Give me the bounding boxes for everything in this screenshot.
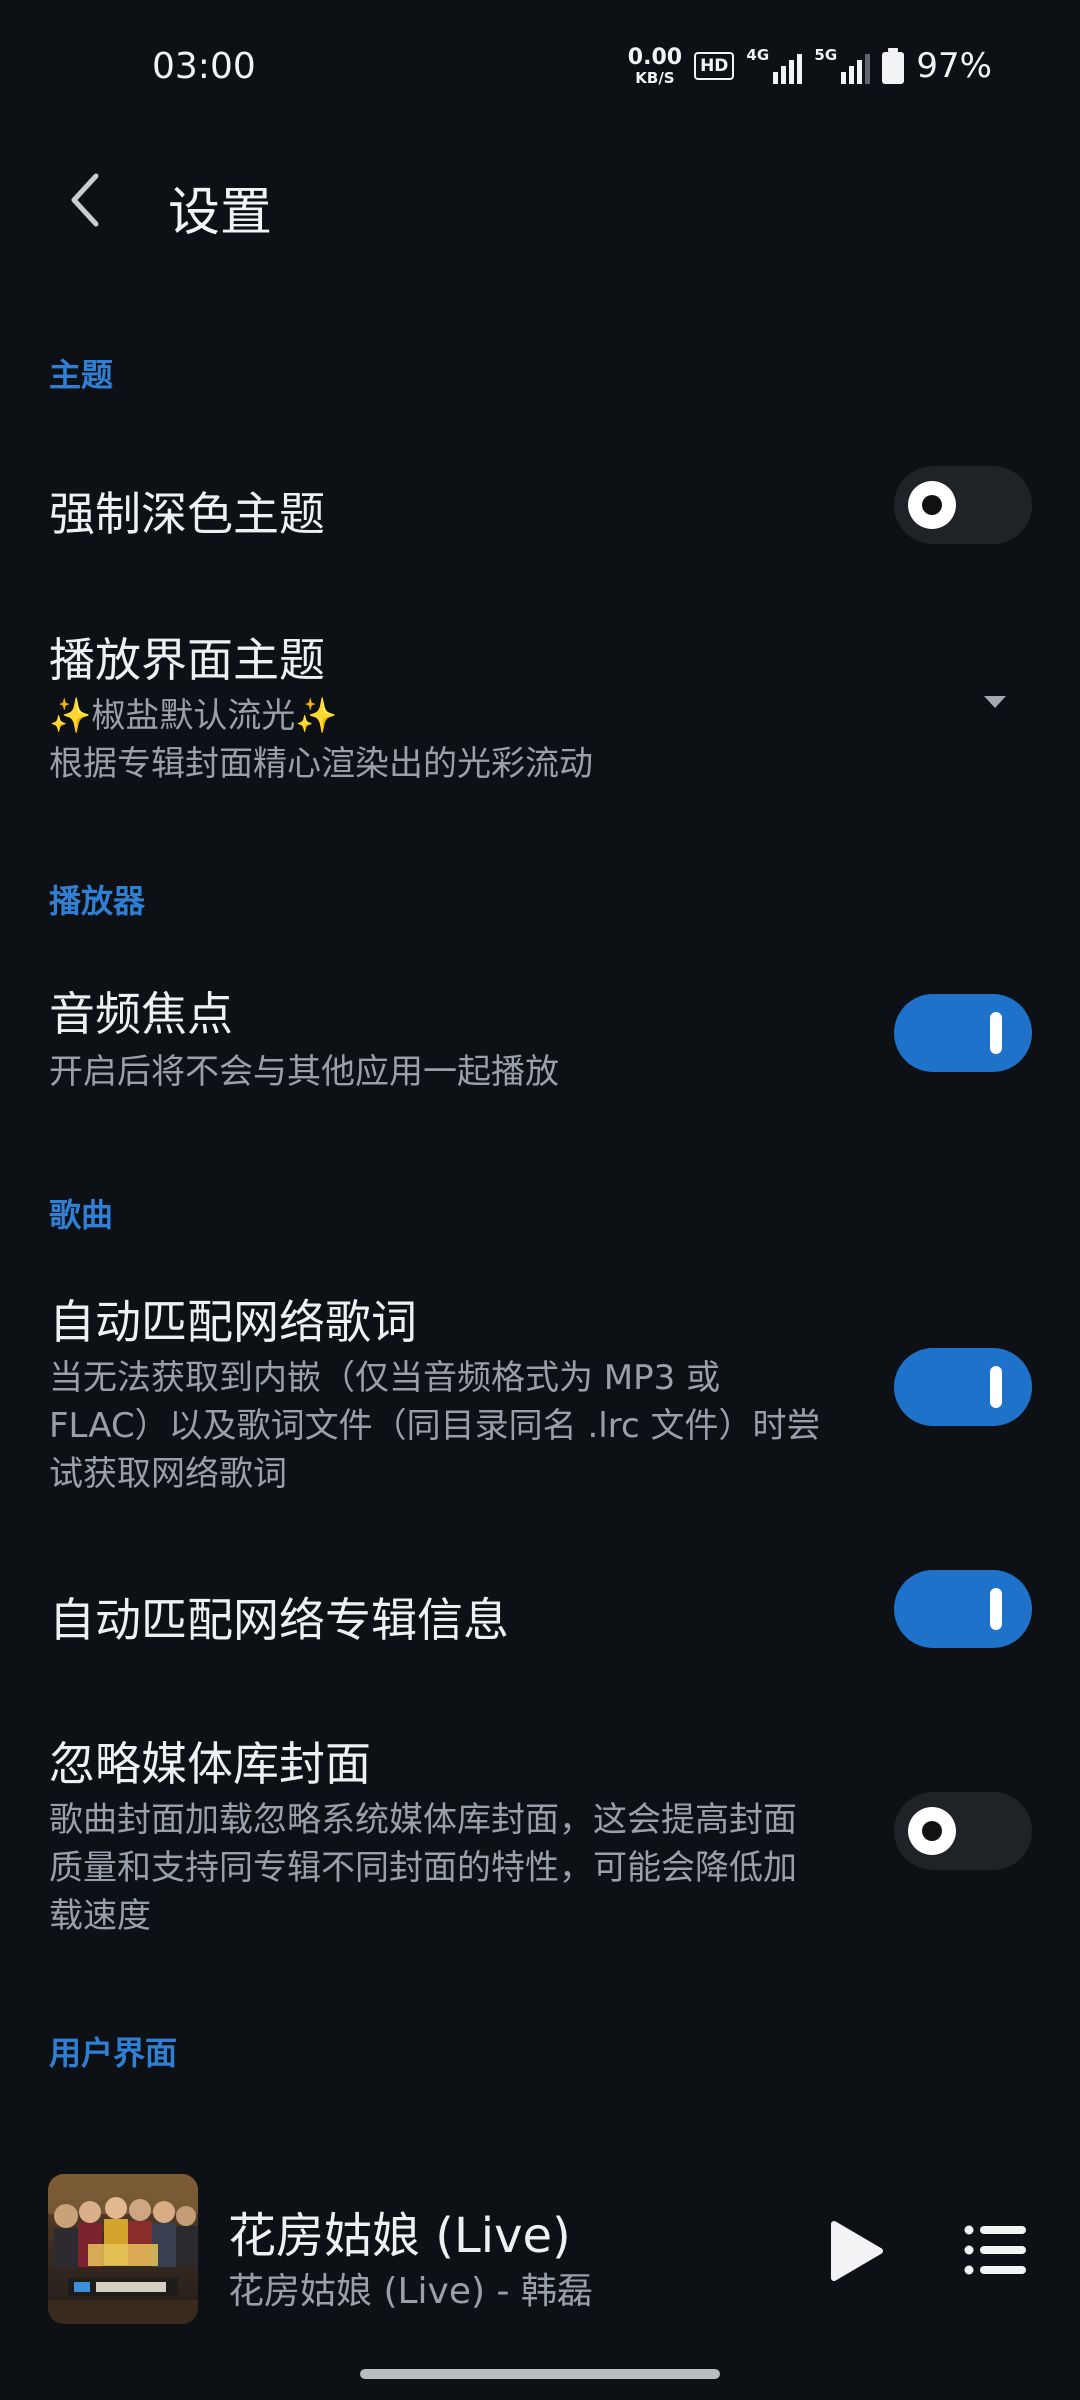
signal-5g-label: 5G bbox=[814, 46, 838, 64]
auto-lyrics-label: 自动匹配网络歌词 bbox=[49, 1295, 417, 1349]
player-theme-description: 根据专辑封面精心渲染出的光彩流动 bbox=[49, 744, 593, 784]
player-theme-label[interactable]: 播放界面主题 bbox=[49, 624, 325, 690]
auto-lyrics-description-line: 试获取网络歌词 bbox=[49, 1454, 287, 1494]
signal-4g-icon: 4G bbox=[746, 46, 803, 86]
chevron-left-icon bbox=[71, 173, 99, 227]
song-subtitle: 花房姑娘 (Live) - 韩磊 bbox=[228, 2271, 593, 2312]
back-button[interactable] bbox=[56, 164, 116, 236]
home-indicator[interactable] bbox=[360, 2369, 720, 2379]
section-header-songs: 歌曲 bbox=[49, 1196, 114, 1234]
page-title: 设置 bbox=[168, 183, 273, 243]
ignore-media-cover-toggle[interactable] bbox=[894, 1792, 1032, 1870]
auto-lyrics-description-line: 当无法获取到内嵌（仅当音频格式为 MP3 或 bbox=[49, 1358, 721, 1398]
auto-lyrics-description-line: FLAC）以及歌词文件（同目录同名 .lrc 文件）时尝 bbox=[49, 1406, 821, 1446]
audio-focus-description: 开启后将不会与其他应用一起播放 bbox=[49, 1052, 559, 1092]
network-speed-unit: KB/S bbox=[635, 68, 675, 87]
auto-lyrics-toggle[interactable] bbox=[894, 1348, 1032, 1426]
signal-4g-label: 4G bbox=[746, 46, 770, 64]
network-speed: 0.00 KB/S bbox=[627, 44, 683, 87]
queue-button[interactable] bbox=[964, 2222, 1028, 2278]
battery-icon bbox=[882, 48, 905, 84]
queue-list-icon bbox=[964, 2225, 1026, 2275]
play-button[interactable] bbox=[822, 2218, 888, 2284]
album-art[interactable] bbox=[48, 2174, 198, 2324]
status-time: 03:00 bbox=[152, 46, 256, 87]
settings-screen: 03:00 0.00 KB/S HD 4G 5G 97% 设置 主题 强制深色主… bbox=[0, 0, 1080, 2400]
ignore-media-cover-description-line: 质量和支持同专辑不同封面的特性，可能会降低加 bbox=[49, 1848, 797, 1888]
section-header-player: 播放器 bbox=[49, 882, 146, 920]
status-icons: 0.00 KB/S HD 4G 5G 97% bbox=[628, 44, 992, 88]
hd-icon: HD bbox=[694, 52, 735, 80]
dropdown-caret-icon[interactable] bbox=[984, 696, 1006, 708]
player-theme-value[interactable]: ✨椒盐默认流光✨ bbox=[49, 692, 859, 740]
network-speed-value: 0.00 bbox=[627, 44, 683, 70]
play-icon bbox=[831, 2221, 883, 2281]
battery-percent: 97% bbox=[916, 46, 992, 86]
ignore-media-cover-label: 忽略媒体库封面 bbox=[49, 1737, 371, 1791]
section-header-ui: 用户界面 bbox=[49, 2034, 178, 2072]
section-header-theme: 主题 bbox=[49, 356, 114, 394]
signal-5g-icon: 5G bbox=[814, 46, 871, 86]
audio-focus-label: 音频焦点 bbox=[49, 987, 233, 1041]
mini-player[interactable]: 花房姑娘 (Live) 花房姑娘 (Live) - 韩磊 bbox=[0, 2150, 1080, 2350]
audio-focus-toggle[interactable] bbox=[894, 994, 1032, 1072]
status-bar: 03:00 0.00 KB/S HD 4G 5G 97% bbox=[0, 0, 1080, 120]
song-title[interactable]: 花房姑娘 (Live) bbox=[228, 2196, 571, 2266]
ignore-media-cover-description-line: 载速度 bbox=[49, 1896, 151, 1936]
force-dark-theme-toggle[interactable] bbox=[894, 466, 1032, 544]
auto-album-info-label: 自动匹配网络专辑信息 bbox=[49, 1593, 509, 1647]
force-dark-theme-label: 强制深色主题 bbox=[49, 487, 325, 541]
ignore-media-cover-description-line: 歌曲封面加载忽略系统媒体库封面，这会提高封面 bbox=[49, 1800, 797, 1840]
auto-album-info-toggle[interactable] bbox=[894, 1570, 1032, 1648]
